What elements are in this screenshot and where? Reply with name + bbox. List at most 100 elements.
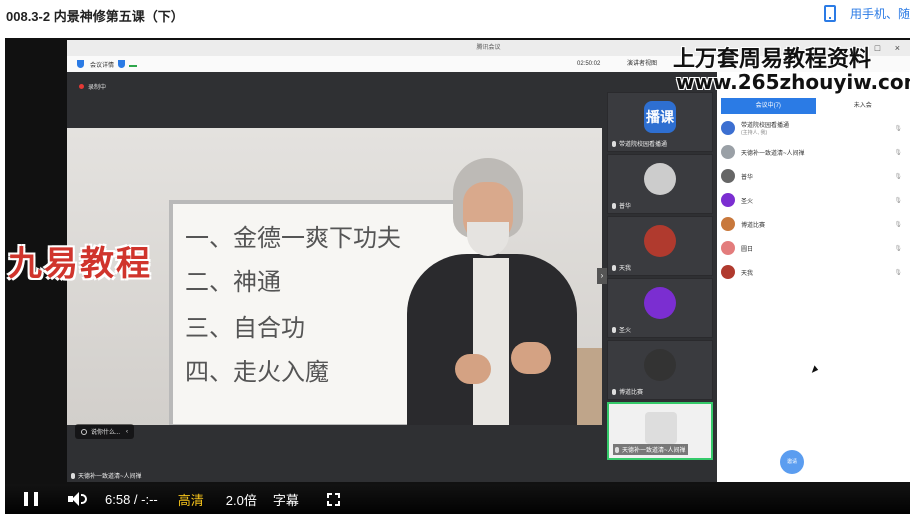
video-tile[interactable]: 播课 带道院校园看播通 <box>607 92 713 152</box>
participant-tabs: 会议中(7) 未入会 <box>721 98 910 114</box>
avatar <box>721 121 735 135</box>
quality-button[interactable]: 高清 <box>178 490 204 509</box>
presenter <box>407 154 577 425</box>
mic-icon[interactable]: 🎙 <box>894 149 902 156</box>
record-dot-icon <box>79 84 84 89</box>
avatar <box>721 145 735 159</box>
active-speaker: 天德补一致道清~人间禅 <box>71 471 142 480</box>
mic-icon <box>615 446 619 453</box>
avatar <box>721 217 735 231</box>
tab-not-joined[interactable]: 未入会 <box>816 98 910 114</box>
page-root: 008.3-2 内景神修第五课（下） 用手机、随 腾讯会议 会议详情 02:50… <box>0 0 910 514</box>
player-controls: 6:58 / -:-- 高清 2.0倍 字幕 <box>5 484 910 514</box>
tile-avatar <box>645 412 677 444</box>
participant-role: (主持人, 我) <box>741 130 768 136</box>
phone-icon <box>823 5 836 22</box>
page-title: 008.3-2 内景神修第五课（下） <box>6 9 184 24</box>
tile-label: 博道比赛 <box>612 387 643 396</box>
participant-name: 圣火 <box>741 198 754 205</box>
tile-name: 天德补一致道清~人间禅 <box>622 448 686 454</box>
participant-name: 普华 <box>741 174 754 181</box>
meeting-timer: 02:50:02 <box>577 61 601 67</box>
volume-icon[interactable] <box>68 492 87 506</box>
mic-icon[interactable]: 🎙 <box>894 197 902 204</box>
tab-in-meeting[interactable]: 会议中(7) <box>721 98 816 114</box>
tile-avatar <box>644 349 676 381</box>
participant-row[interactable]: 普华 🎙 <box>721 166 910 186</box>
active-speaker-name: 天德补一致道清~人间禅 <box>78 474 142 480</box>
mic-icon <box>612 264 616 271</box>
whiteboard-line: 一、金德一爽下功夫 <box>185 224 401 252</box>
meeting-window: 腾讯会议 会议详情 02:50:02 演讲者视图 – □ × 录制中 一、金德一… <box>67 40 910 482</box>
participant-name: 天我 <box>741 270 754 277</box>
participant-name: 天德补一致道清~人间禅 <box>741 150 805 157</box>
mic-icon[interactable]: 🎙 <box>894 173 902 180</box>
watermark-title: 上万套周易教程资料 <box>673 46 872 72</box>
participant-name: 圆日 <box>741 246 754 253</box>
video-tile-active[interactable]: 天德补一致道清~人间禅 <box>607 402 713 460</box>
mic-icon[interactable]: 🎙 <box>894 125 902 132</box>
participant-row[interactable]: 天我 🎙 <box>721 262 910 282</box>
ask-badge[interactable]: 说你什么... ‹ <box>75 424 135 439</box>
tile-name: 天我 <box>619 266 632 272</box>
chat-icon <box>81 428 87 435</box>
mic-icon[interactable]: 🎙 <box>894 221 902 228</box>
mic-icon[interactable]: 🎙 <box>894 269 902 276</box>
avatar <box>721 265 735 279</box>
mic-icon <box>71 472 75 479</box>
meeting-info-label[interactable]: 会议详情 <box>90 60 114 69</box>
mobile-link-label: 用手机、随 <box>849 7 910 21</box>
mic-icon <box>612 140 616 147</box>
tile-label: 天我 <box>612 263 631 272</box>
recording-indicator: 录制中 <box>79 82 106 91</box>
tile-label: 圣火 <box>612 325 631 334</box>
tile-name: 博道比赛 <box>619 390 644 396</box>
signal-icon <box>129 61 138 67</box>
invite-button[interactable]: 邀请 <box>780 450 804 474</box>
participants-panel: 会议中(7) 未入会 带道院校园看播通 (主持人, 我) 🎙 天德补一致道清~人间… <box>717 72 910 482</box>
meeting-window-title: 腾讯会议 <box>476 45 501 51</box>
avatar <box>721 241 735 255</box>
info-icon <box>77 60 84 68</box>
video-tile[interactable]: 普华 <box>607 154 713 214</box>
layout-view-label[interactable]: 演讲者视图 <box>627 56 657 72</box>
cursor-icon <box>811 365 820 375</box>
subtitle-button[interactable]: 字幕 <box>273 490 299 509</box>
mic-icon <box>612 326 616 333</box>
pause-icon[interactable] <box>24 492 38 506</box>
speed-button[interactable]: 2.0倍 <box>226 490 257 509</box>
mic-icon <box>612 202 616 209</box>
video-tile[interactable]: 圣火 <box>607 278 713 338</box>
avatar <box>721 169 735 183</box>
participant-row[interactable]: 圣火 🎙 <box>721 190 910 210</box>
video-tile[interactable]: 博道比赛 <box>607 340 713 400</box>
mic-icon[interactable]: 🎙 <box>894 245 902 252</box>
tile-avatar <box>644 163 676 195</box>
participant-row[interactable]: 博道比赛 🎙 <box>721 214 910 234</box>
participant-name: 带道院校园看播通 (主持人, 我) <box>741 120 894 136</box>
tile-label: 普华 <box>612 201 631 210</box>
collapse-arrow-icon[interactable]: › <box>597 268 607 284</box>
participant-row[interactable]: 圆日 🎙 <box>721 238 910 258</box>
tile-name: 普华 <box>619 204 632 210</box>
fullscreen-icon[interactable] <box>326 492 340 506</box>
participant-name: 博道比赛 <box>741 222 766 229</box>
participant-row[interactable]: 带道院校园看播通 (主持人, 我) 🎙 <box>721 118 910 138</box>
video-player[interactable]: 腾讯会议 会议详情 02:50:02 演讲者视图 – □ × 录制中 一、金德一… <box>5 38 910 514</box>
whiteboard-line: 三、自合功 <box>185 314 305 342</box>
tile-label: 天德补一致道清~人间禅 <box>613 444 688 455</box>
participant-row[interactable]: 天德补一致道清~人间禅 🎙 <box>721 142 910 162</box>
avatar <box>721 193 735 207</box>
tile-avatar <box>644 225 676 257</box>
video-tile[interactable]: 天我 <box>607 216 713 276</box>
shield-icon <box>118 60 126 68</box>
whiteboard-line: 二、神通 <box>185 268 281 296</box>
tile-avatar: 播课 <box>644 101 676 133</box>
watermark-logo: 九易教程 <box>8 244 152 284</box>
mobile-view-link[interactable]: 用手机、随 <box>823 5 910 22</box>
tile-avatar <box>644 287 676 319</box>
tile-label: 带道院校园看播通 <box>612 139 667 148</box>
whiteboard-line: 四、走火入魔 <box>185 358 329 386</box>
tile-name: 圣火 <box>619 328 632 334</box>
recording-label: 录制中 <box>88 85 107 91</box>
